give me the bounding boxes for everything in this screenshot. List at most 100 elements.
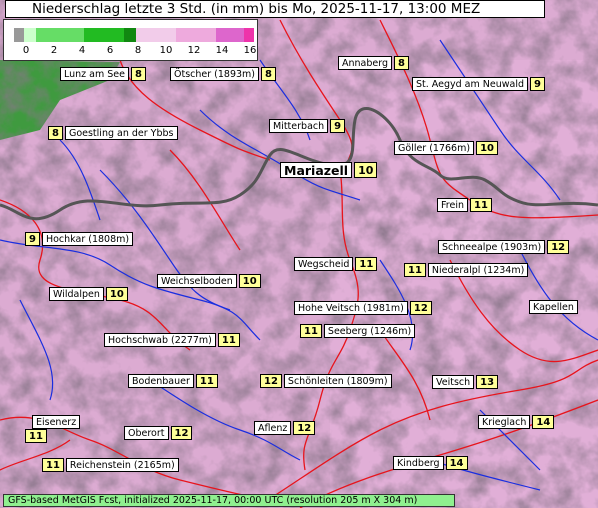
station-label: Hochschwab (2277m) 11 (104, 333, 242, 347)
station-value: 11 (195, 374, 218, 388)
station-value: 9 (25, 232, 40, 246)
station-name: Kapellen (529, 300, 578, 314)
legend-tick: 8 (134, 45, 142, 56)
legend-swatch-mid-green (84, 28, 124, 42)
model-info-footer: GFS-based MetGIS Fcst, initialized 2025-… (3, 494, 455, 507)
station-label: Bodenbauer 11 (128, 374, 220, 388)
station-label: Weichselboden 10 (157, 274, 263, 288)
station-value: 11 (469, 198, 492, 212)
station-label: Kindberg 14 (393, 456, 470, 470)
station-name: Eisenerz (32, 415, 81, 429)
legend-color-bar (14, 28, 254, 42)
station-label: Eisenerz (32, 415, 81, 429)
station-label: Veitsch 13 (432, 375, 500, 389)
station-label: 12 Schönleiten (1809m) (258, 374, 392, 388)
station-value: 11 (355, 257, 378, 271)
station-value: 13 (476, 375, 499, 389)
station-value: 9 (530, 77, 545, 91)
station-label: Annaberg 8 (338, 56, 411, 70)
station-name: Oberort (124, 426, 169, 440)
legend-swatch-green (36, 28, 84, 42)
legend-tick: 2 (50, 45, 58, 56)
station-label: Oberort 12 (124, 426, 194, 440)
station-name: Veitsch (432, 375, 475, 389)
station-value: 11 (217, 333, 240, 347)
station-label: Lunz am See 8 (60, 67, 148, 81)
station-name: Frein (437, 198, 468, 212)
station-name: Bodenbauer (128, 374, 194, 388)
station-name: Kindberg (393, 456, 444, 470)
station-value: 12 (547, 240, 570, 254)
station-label: Frein 11 (437, 198, 494, 212)
station-name: Goestling an der Ybbs (64, 126, 178, 140)
station-name: Schönleiten (1809m) (283, 374, 392, 388)
legend-tick: 12 (187, 45, 201, 56)
station-label: 11 Niederalpl (1234m) (402, 263, 529, 277)
station-label: Krieglach 14 (478, 415, 556, 429)
station-label: Aflenz 12 (254, 421, 317, 435)
station-name: Hochkar (1808m) (41, 232, 134, 246)
station-name: Wildalpen (49, 287, 104, 301)
station-value: 14 (532, 415, 555, 429)
station-value: 10 (476, 141, 498, 155)
station-label: 9 Hochkar (1808m) (23, 232, 134, 246)
station-label: Schneealpe (1903m) 12 (438, 240, 571, 254)
station-name: Weichselboden (157, 274, 237, 288)
station-label: 11 Seeberg (1246m) (298, 324, 416, 338)
station-value: 11 (404, 263, 426, 277)
station-name: Schneealpe (1903m) (438, 240, 546, 254)
legend-swatch-pink (176, 28, 216, 42)
station-label: St. Aegyd am Neuwald 9 (412, 77, 547, 91)
station-name: Niederalpl (1234m) (427, 263, 529, 277)
station-name: Hochschwab (2277m) (104, 333, 216, 347)
station-value: 12 (293, 421, 316, 435)
station-value: 10 (354, 162, 378, 178)
station-label: Ötscher (1893m) 8 (170, 67, 278, 81)
station-value: 8 (48, 126, 63, 140)
map-title: Niederschlag letzte 3 Std. (in mm) bis M… (5, 0, 545, 18)
station-name: Aflenz (254, 421, 292, 435)
station-name: Annaberg (338, 56, 393, 70)
station-name: Ötscher (1893m) (170, 67, 260, 81)
station-name: Krieglach (478, 415, 531, 429)
legend-swatch-magenta (216, 28, 244, 42)
legend-swatch-hot-pink (244, 28, 254, 42)
legend-swatch-dark-green (124, 28, 136, 42)
legend-tick: 6 (106, 45, 114, 56)
station-value: 12 (409, 301, 432, 315)
station-name: Seeberg (1246m) (323, 324, 416, 338)
station-label: Mitterbach 9 (269, 119, 347, 133)
station-value: 11 (25, 429, 47, 443)
station-label: Göller (1766m) 10 (394, 141, 500, 155)
station-value: 12 (170, 426, 193, 440)
station-name: Mariazell (280, 162, 353, 178)
station-value: 10 (105, 287, 128, 301)
station-label: 11 Reichenstein (2165m) (40, 458, 179, 472)
station-name: St. Aegyd am Neuwald (412, 77, 529, 91)
station-name: Göller (1766m) (394, 141, 475, 155)
station-label: Hohe Veitsch (1981m) 12 (294, 301, 434, 315)
legend-swatch-light-pink (136, 28, 176, 42)
station-label: Kapellen (529, 300, 578, 314)
station-label: Mariazell 10 (280, 162, 379, 178)
precipitation-legend: 0 2 4 6 8 10 12 14 16 (3, 19, 258, 61)
station-value: 8 (261, 67, 276, 81)
station-name: Wegscheid (294, 257, 354, 271)
station-name: Mitterbach (269, 119, 329, 133)
station-value: 11 (300, 324, 322, 338)
station-value: 8 (131, 67, 146, 81)
station-name: Hohe Veitsch (1981m) (294, 301, 408, 315)
station-label: 8 Goestling an der Ybbs (46, 126, 178, 140)
station-value: 10 (238, 274, 261, 288)
station-name: Lunz am See (60, 67, 129, 81)
legend-tick: 10 (159, 45, 173, 56)
legend-tick: 4 (78, 45, 86, 56)
station-value: 9 (330, 119, 346, 133)
legend-swatch-none (14, 28, 24, 42)
station-value: 14 (445, 456, 468, 470)
station-label: 11 (23, 429, 49, 443)
station-value: 11 (42, 458, 64, 472)
station-label: Wildalpen 10 (49, 287, 130, 301)
legend-swatch-light-green (24, 28, 36, 42)
station-label: Wegscheid 11 (294, 257, 379, 271)
